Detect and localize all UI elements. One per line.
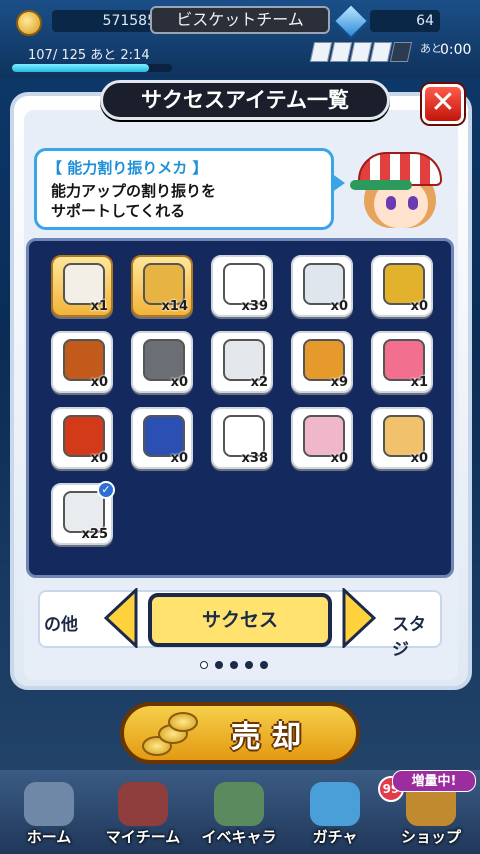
points-counter: 571585 bbox=[52, 10, 162, 32]
ticket-icon bbox=[329, 42, 353, 62]
item-slot[interactable]: x0 bbox=[51, 331, 113, 393]
page-indicator bbox=[200, 654, 290, 669]
item-grid: x1 x14 x39 x0 x0 x0 x0 x2 x9 x1 x0 x0 x38 x0 x0 x25 ✓ bbox=[26, 238, 454, 578]
ticket-icon bbox=[309, 42, 333, 62]
dialog-title: サクセスアイテム一覧 bbox=[100, 80, 390, 120]
arrow-left-icon[interactable] bbox=[104, 588, 138, 648]
item-slot[interactable]: x1 bbox=[51, 255, 113, 317]
ticket-icon bbox=[349, 42, 373, 62]
shop-promo-badge: 増量中! bbox=[392, 770, 476, 792]
ticket-label: あと bbox=[420, 42, 442, 55]
page-dot bbox=[260, 661, 268, 669]
item-count: x14 bbox=[161, 299, 188, 314]
character-icon bbox=[214, 782, 264, 826]
tab-current-category[interactable]: サクセス bbox=[148, 593, 332, 647]
page-dot bbox=[215, 661, 223, 669]
item-count: x0 bbox=[330, 451, 348, 466]
gacha-capsule-icon bbox=[310, 782, 360, 826]
ticket-gauge bbox=[309, 42, 422, 64]
gem-counter: 64 bbox=[370, 10, 440, 32]
close-button[interactable]: ✕ bbox=[422, 84, 464, 124]
item-name: 【 能力割り振りメカ 】 bbox=[47, 159, 208, 177]
ticket-icon bbox=[369, 42, 393, 62]
guide-character-avatar bbox=[350, 140, 450, 240]
item-slot[interactable]: x0 bbox=[371, 407, 433, 469]
page-dot bbox=[245, 661, 253, 669]
item-count: x0 bbox=[410, 299, 428, 314]
item-slot[interactable]: x9 bbox=[291, 331, 353, 393]
coin-icon bbox=[16, 10, 42, 36]
tab-next-category[interactable]: スタジ bbox=[392, 610, 440, 660]
item-slot[interactable]: x0 bbox=[291, 255, 353, 317]
ticket-icon bbox=[389, 42, 413, 62]
nav-gacha[interactable]: ガチャ bbox=[288, 782, 382, 850]
item-count: x9 bbox=[330, 375, 348, 390]
item-slot[interactable]: x2 bbox=[211, 331, 273, 393]
arrow-right-icon[interactable] bbox=[342, 588, 376, 648]
page-dot bbox=[200, 661, 208, 669]
item-slot[interactable]: x0 bbox=[291, 407, 353, 469]
stamina-bar bbox=[12, 64, 172, 72]
item-description-bubble: 【 能力割り振りメカ 】 能力アップの割り振りを サポートしてくれる bbox=[34, 148, 345, 230]
item-slot[interactable]: x39 bbox=[211, 255, 273, 317]
gem-icon bbox=[332, 2, 370, 40]
item-count: x25 bbox=[81, 527, 108, 542]
item-count: x0 bbox=[90, 375, 108, 390]
item-count: x0 bbox=[330, 299, 348, 314]
item-count: x2 bbox=[250, 375, 268, 390]
page-dot bbox=[230, 661, 238, 669]
ticket-timer: 0:00 bbox=[440, 42, 472, 58]
item-slot[interactable]: x25 ✓ bbox=[51, 481, 115, 545]
item-slot[interactable]: x0 bbox=[51, 407, 113, 469]
item-count: x38 bbox=[241, 451, 268, 466]
item-count: x1 bbox=[90, 299, 108, 314]
item-count: x0 bbox=[90, 451, 108, 466]
top-status-bar: 571585 ビスケットチーム 64 107/ 125 あと 2:14 あと 0… bbox=[0, 0, 480, 78]
item-count: x39 bbox=[241, 299, 268, 314]
coin-stack-icon bbox=[138, 708, 198, 762]
item-slot[interactable]: x38 bbox=[211, 407, 273, 469]
item-count: x1 bbox=[410, 375, 428, 390]
selected-check-icon: ✓ bbox=[97, 481, 115, 499]
item-count: x0 bbox=[170, 451, 188, 466]
item-slot[interactable]: x0 bbox=[131, 331, 193, 393]
stamina-text: 107/ 125 あと 2:14 bbox=[28, 48, 150, 63]
tab-prev-category[interactable]: の他 bbox=[44, 610, 78, 635]
home-icon bbox=[24, 782, 74, 826]
item-slot[interactable]: x0 bbox=[131, 407, 193, 469]
nav-my-team[interactable]: マイチーム bbox=[96, 782, 190, 850]
item-slot[interactable]: x14 bbox=[131, 255, 193, 317]
stamina-bar-fill bbox=[12, 64, 149, 72]
nav-home[interactable]: ホーム bbox=[2, 782, 96, 850]
item-description: 能力アップの割り振りを サポートしてくれる bbox=[51, 182, 217, 220]
item-count: x0 bbox=[410, 451, 428, 466]
nav-event-characters[interactable]: イベキャラ bbox=[192, 782, 286, 850]
team-name-plate[interactable]: ビスケットチーム bbox=[150, 6, 330, 34]
sell-button-label: 売 却 bbox=[230, 720, 302, 755]
team-icon bbox=[118, 782, 168, 826]
item-count: x0 bbox=[170, 375, 188, 390]
item-slot[interactable]: x1 bbox=[371, 331, 433, 393]
item-slot[interactable]: x0 bbox=[371, 255, 433, 317]
